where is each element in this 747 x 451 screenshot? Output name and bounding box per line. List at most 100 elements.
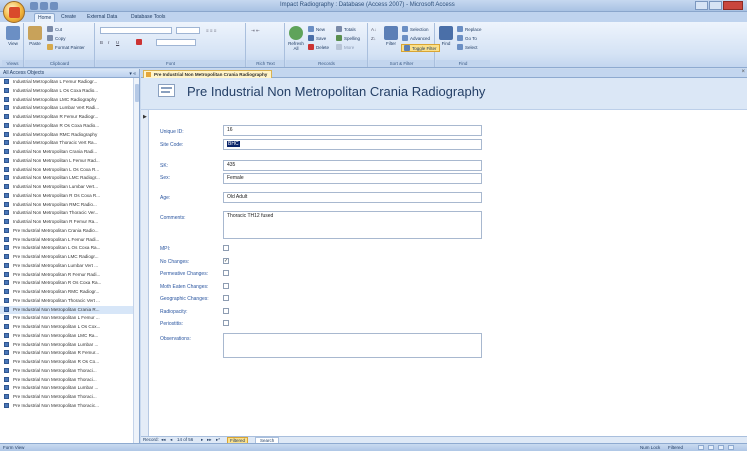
undo-icon[interactable] <box>40 2 48 10</box>
select-button[interactable]: Select <box>457 44 478 52</box>
sort-ascending-button[interactable]: A↓ <box>371 26 376 34</box>
nav-item[interactable]: Pre Industrial Non Metropolitan R Femur.… <box>0 349 134 358</box>
nav-item[interactable]: Pre Industrial Non Metropolitan L Femur … <box>0 314 134 323</box>
radiopacity-checkbox[interactable] <box>223 308 229 314</box>
sk-field[interactable]: 435 <box>223 160 482 171</box>
nav-item[interactable]: Pre Industrial Metropolitan Crania Radio… <box>0 227 134 236</box>
nav-item[interactable]: Pre Industrial Non Metropolitan LMC Ra..… <box>0 332 134 341</box>
close-button[interactable] <box>723 1 743 10</box>
tab-create[interactable]: Create <box>58 13 79 22</box>
nav-item[interactable]: Pre Industrial Metropolitan LMC Radiogr.… <box>0 253 134 262</box>
save-record-button[interactable]: Save <box>308 35 326 43</box>
nav-item[interactable]: Pre Industrial Non Metropolitan Lumbar .… <box>0 341 134 350</box>
nav-item[interactable]: Industrial Metropolitan L Os Coxa Radio.… <box>0 87 134 96</box>
tab-home[interactable]: Home <box>34 13 56 22</box>
copy-button[interactable]: Copy <box>47 35 66 43</box>
nav-item[interactable]: Industrial Non Metropolitan RMC Radio... <box>0 201 134 210</box>
font-name-combo[interactable] <box>100 27 172 34</box>
cut-button[interactable]: Cut <box>47 26 62 34</box>
nav-item[interactable]: Pre Industrial Non Metropolitan Thoraci.… <box>0 367 134 376</box>
nav-item[interactable]: Pre Industrial Metropolitan L Os Coxa Ra… <box>0 244 134 253</box>
geographic-checkbox[interactable] <box>223 295 229 301</box>
italic-button[interactable]: I <box>108 39 109 47</box>
age-field[interactable]: Old Adult <box>223 192 482 203</box>
bold-button[interactable]: B <box>100 39 103 47</box>
nav-item[interactable]: Pre Industrial Non Metropolitan R Os Co.… <box>0 358 134 367</box>
font-extra-combo[interactable] <box>156 39 196 46</box>
nav-item[interactable]: Industrial Metropolitan R Os Coxa Radio.… <box>0 122 134 131</box>
nav-item[interactable]: Industrial Non Metropolitan Lumbar Vert.… <box>0 183 134 192</box>
form-view-button[interactable] <box>698 445 704 450</box>
document-tab[interactable]: Pre Industrial Non Metropolitan Crania R… <box>143 70 273 78</box>
nav-item[interactable]: Pre Industrial Non Metropolitan Thoracic… <box>0 402 134 411</box>
nav-item[interactable]: Pre Industrial Non Metropolitan L Os Cox… <box>0 323 134 332</box>
nav-item[interactable]: Industrial Non Metropolitan L Os Coxa R.… <box>0 166 134 175</box>
office-button[interactable] <box>3 1 25 23</box>
view-button[interactable]: View <box>5 26 21 46</box>
underline-button[interactable]: U <box>116 39 119 47</box>
nav-item[interactable]: Industrial Metropolitan L Femur Radiogr.… <box>0 78 134 87</box>
format-painter-button[interactable]: Format Painter <box>47 44 85 52</box>
nav-pane-header[interactable]: All Access Objects ▾ « <box>0 69 139 78</box>
nav-item[interactable]: Pre Industrial Metropolitan R Os Coxa Ra… <box>0 279 134 288</box>
nav-item[interactable]: Pre Industrial Non Metropolitan Crania R… <box>0 305 134 315</box>
nav-item[interactable]: Pre Industrial Metropolitan R Femur Radi… <box>0 271 134 280</box>
sex-field[interactable]: Female <box>223 173 482 184</box>
more-button[interactable]: More <box>336 44 354 52</box>
layout-view-button[interactable] <box>718 445 724 450</box>
nav-item[interactable]: Pre Industrial Metropolitan Lumbar Vert … <box>0 262 134 271</box>
nav-scrollbar-thumb[interactable] <box>135 84 139 102</box>
moth-eaten-checkbox[interactable] <box>223 283 229 289</box>
minimize-button[interactable] <box>695 1 708 10</box>
close-document-icon[interactable]: × <box>741 69 745 75</box>
spelling-button[interactable]: Spelling <box>336 35 360 43</box>
nav-item[interactable]: Pre Industrial Non Metropolitan Thoraci.… <box>0 393 134 402</box>
delete-record-button[interactable]: Delete <box>308 44 329 52</box>
nav-item[interactable]: Industrial Non Metropolitan R Femur Ra..… <box>0 218 134 227</box>
selection-button[interactable]: Selection <box>402 26 429 34</box>
restore-button[interactable] <box>709 1 722 10</box>
filter-button[interactable]: Filter <box>383 26 399 46</box>
nav-item[interactable]: Pre Industrial Non Metropolitan Thoraci.… <box>0 376 134 385</box>
find-button[interactable]: Find <box>438 26 454 46</box>
design-view-button[interactable] <box>728 445 734 450</box>
nav-item[interactable]: Industrial Non Metropolitan Crania Radi.… <box>0 148 134 157</box>
advanced-button[interactable]: Advanced <box>402 35 430 43</box>
comments-field[interactable]: Thoracic TH12 fused <box>223 211 482 239</box>
toggle-filter-button[interactable]: Toggle Filter <box>401 44 440 52</box>
refresh-all-button[interactable]: Refresh All <box>288 26 304 51</box>
sort-descending-button[interactable]: Z↓ <box>371 35 376 43</box>
font-color-button[interactable] <box>136 39 144 47</box>
redo-icon[interactable] <box>50 2 58 10</box>
site-code-field[interactable]: BHC <box>223 139 482 150</box>
nav-item[interactable]: Pre Industrial Metropolitan L Femur Radi… <box>0 236 134 245</box>
nav-item[interactable]: Pre Industrial Non Metropolitan Lumbar .… <box>0 384 134 393</box>
nav-scrollbar[interactable] <box>133 78 139 443</box>
nav-item[interactable]: Industrial Non Metropolitan LMC Radiogr.… <box>0 174 134 183</box>
observations-field[interactable] <box>223 333 482 358</box>
totals-button[interactable]: Totals <box>336 26 356 34</box>
nav-item[interactable]: Industrial Non Metropolitan L Femur Rad.… <box>0 157 134 166</box>
datasheet-view-button[interactable] <box>708 445 714 450</box>
replace-button[interactable]: Replace <box>457 26 482 34</box>
font-size-combo[interactable] <box>176 27 200 34</box>
nav-item[interactable]: Industrial Metropolitan Thoracic Vert Ra… <box>0 139 134 148</box>
save-icon[interactable] <box>30 2 38 10</box>
tab-external-data[interactable]: External Data <box>84 13 120 22</box>
nav-item[interactable]: Pre Industrial Metropolitan RMC Radiogr.… <box>0 288 134 297</box>
unique-id-field[interactable]: 16 <box>223 125 482 136</box>
nav-item[interactable]: Industrial Non Metropolitan Thoracic Ver… <box>0 209 134 218</box>
nav-item[interactable]: Pre Industrial Metropolitan Thoracic Ver… <box>0 297 134 306</box>
permeative-checkbox[interactable] <box>223 270 229 276</box>
new-record-button[interactable]: New <box>308 26 325 34</box>
goto-button[interactable]: Go To <box>457 35 477 43</box>
tab-database-tools[interactable]: Database Tools <box>128 13 168 22</box>
nav-item[interactable]: Industrial Metropolitan LMC Radiography <box>0 96 134 105</box>
nav-item[interactable]: Industrial Metropolitan Lumbar Vert Radi… <box>0 104 134 113</box>
align-left-button[interactable]: ≡ ≡ ≡ <box>206 27 216 35</box>
nav-item[interactable]: Industrial Non Metropolitan R Os Coxa R.… <box>0 192 134 201</box>
no-changes-checkbox[interactable]: ✓ <box>223 258 229 264</box>
mpi-checkbox[interactable] <box>223 245 229 251</box>
paste-button[interactable]: Paste <box>27 26 43 46</box>
nav-item[interactable]: Industrial Metropolitan RMC Radiography <box>0 131 134 140</box>
